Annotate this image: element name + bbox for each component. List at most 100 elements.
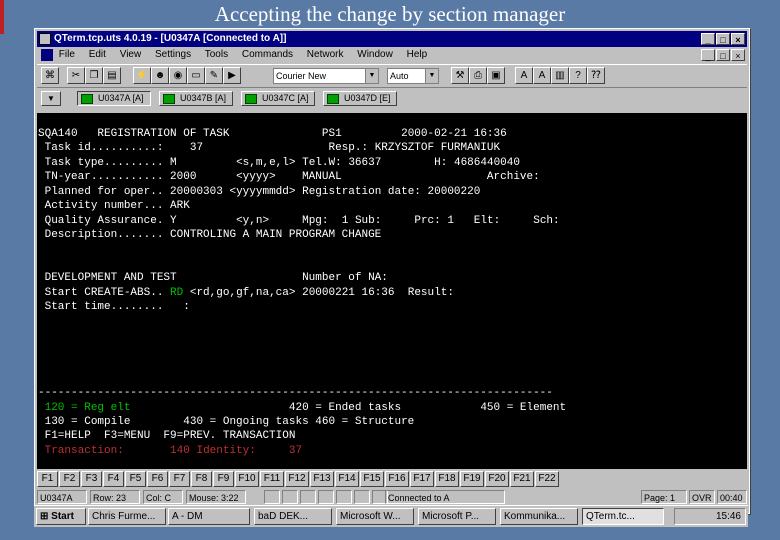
fkey-f9[interactable]: F9: [213, 471, 234, 487]
minimize-button[interactable]: _: [701, 33, 715, 45]
cut-icon[interactable]: ✂: [67, 67, 85, 84]
wand-icon[interactable]: ⚡: [133, 67, 151, 84]
label: Planned for oper..: [44, 186, 164, 198]
taskbar: ⊞ Start Chris Furme... A - DM baD DEK...…: [34, 505, 748, 527]
session-menu-icon[interactable]: ▼: [41, 91, 61, 106]
fkey-f7[interactable]: F7: [169, 471, 190, 487]
macro-icon[interactable]: ▭: [187, 67, 205, 84]
planned-field[interactable]: 20000303: [170, 186, 223, 198]
label: Archive:: [486, 171, 540, 183]
start-create-field[interactable]: RD: [170, 287, 183, 299]
fkey-f20[interactable]: F20: [485, 471, 509, 487]
manual-flag: MANUAL: [302, 171, 342, 183]
app-icon: [39, 33, 51, 45]
menu-window[interactable]: Window: [357, 49, 393, 60]
fkey-f11[interactable]: F11: [260, 471, 284, 487]
fkey-f12[interactable]: F12: [285, 471, 309, 487]
label: Mpg:: [302, 215, 329, 227]
fkey-f2[interactable]: F2: [59, 471, 80, 487]
doc-minimize-button[interactable]: _: [701, 49, 715, 61]
doc-close-button[interactable]: ×: [731, 49, 745, 61]
start-time-field[interactable]: :: [183, 301, 190, 313]
tn-year-field[interactable]: 2000: [170, 171, 196, 183]
identity-field[interactable]: 37: [289, 445, 302, 457]
tab-u0347c[interactable]: U0347C [A]: [241, 91, 315, 106]
taskbar-item-kommunika[interactable]: Kommunika...: [500, 508, 578, 525]
fkey-f14[interactable]: F14: [335, 471, 359, 487]
menu-file[interactable]: File: [59, 49, 75, 60]
taskbar-item-bad[interactable]: baD DEK...: [254, 508, 332, 525]
edit-icon[interactable]: ✎: [205, 67, 223, 84]
taskbar-item-qterm[interactable]: QTerm.tc...: [582, 508, 664, 525]
transaction-field[interactable]: 140: [170, 445, 190, 457]
fkey-f16[interactable]: F16: [385, 471, 409, 487]
fkey-f18[interactable]: F18: [435, 471, 459, 487]
font-select[interactable]: Courier New ▼: [273, 68, 379, 84]
start-button[interactable]: ⊞ Start: [36, 508, 86, 525]
play-icon[interactable]: ▶: [223, 67, 241, 84]
label: Registration date:: [302, 186, 421, 198]
session-tabs: ▼ U0347A [A] U0347B [A] U0347C [A] U0347…: [37, 88, 747, 110]
tools-icon[interactable]: ⚒: [451, 67, 469, 84]
taskbar-item-chris[interactable]: Chris Furme...: [88, 508, 166, 525]
paste-icon[interactable]: ▤: [103, 67, 121, 84]
menu-settings[interactable]: Settings: [155, 49, 191, 60]
hint: <yyyymmdd>: [229, 186, 296, 198]
taskbar-item-word[interactable]: Microsoft W...: [336, 508, 414, 525]
menu-edit[interactable]: Edit: [89, 49, 106, 60]
tab-u0347b[interactable]: U0347B [A]: [159, 91, 233, 106]
window-titlebar[interactable]: QTerm.tcp.uts 4.0.19 - [U0347A [Connecte…: [37, 31, 747, 47]
run-icon[interactable]: ☻: [151, 67, 169, 84]
menu-commands[interactable]: Commands: [242, 49, 293, 60]
document-icon[interactable]: [41, 49, 53, 61]
fkey-f4[interactable]: F4: [103, 471, 124, 487]
status-row: Row: 23: [90, 490, 140, 504]
close-button[interactable]: ×: [731, 33, 745, 45]
menu-tools[interactable]: Tools: [205, 49, 228, 60]
fkey-f22[interactable]: F22: [535, 471, 559, 487]
taskbar-item-dm[interactable]: A - DM: [168, 508, 250, 525]
task-type-field[interactable]: M: [170, 157, 177, 169]
fkey-f8[interactable]: F8: [191, 471, 212, 487]
task-id-field[interactable]: 37: [190, 142, 203, 154]
activity-field[interactable]: ARK: [170, 200, 190, 212]
tab-u0347a[interactable]: U0347A [A]: [77, 91, 151, 106]
fkey-f3[interactable]: F3: [81, 471, 102, 487]
chevron-down-icon: ▼: [425, 69, 438, 83]
copy-icon[interactable]: ❐: [85, 67, 103, 84]
fkey-f15[interactable]: F15: [360, 471, 384, 487]
save-icon[interactable]: ▣: [487, 67, 505, 84]
chart-icon[interactable]: ▥: [551, 67, 569, 84]
fkey-f19[interactable]: F19: [460, 471, 484, 487]
menubar: File Edit View Settings Tools Commands N…: [37, 47, 747, 63]
record-icon[interactable]: ◉: [169, 67, 187, 84]
row-task-type: Task type......... M <s,m,e,l> Tel.W: 36…: [38, 157, 520, 169]
taskbar-item-powerpoint[interactable]: Microsoft P...: [418, 508, 496, 525]
fkey-f17[interactable]: F17: [410, 471, 434, 487]
context-help-icon[interactable]: ⁇: [587, 67, 605, 84]
fkey-f1[interactable]: F1: [37, 471, 58, 487]
legend-row-2: 130 = Compile 430 = Ongoing tasks 460 = …: [38, 416, 415, 428]
print-icon[interactable]: ⎙: [469, 67, 487, 84]
fkey-f6[interactable]: F6: [147, 471, 168, 487]
menu-network[interactable]: Network: [307, 49, 344, 60]
maximize-button[interactable]: □: [716, 33, 730, 45]
statusbar: U0347A Row: 23 Col: C Mouse: 3:22 Connec…: [37, 489, 747, 505]
quality-field[interactable]: Y: [170, 215, 177, 227]
terminal-screen[interactable]: SQA140 REGISTRATION OF TASK PS1 2000-02-…: [37, 113, 747, 469]
tab-u0347d[interactable]: U0347D [E]: [323, 91, 397, 106]
font-size-icon[interactable]: A: [533, 67, 551, 84]
menu-view[interactable]: View: [120, 49, 142, 60]
font-a-icon[interactable]: A: [515, 67, 533, 84]
connect-icon[interactable]: ⌘: [41, 67, 59, 84]
help-icon[interactable]: ?: [569, 67, 587, 84]
status-indicator-4: [318, 490, 334, 504]
size-select[interactable]: Auto ▼: [387, 68, 439, 84]
fkey-f10[interactable]: F10: [235, 471, 259, 487]
fkey-f13[interactable]: F13: [310, 471, 334, 487]
fkey-f21[interactable]: F21: [510, 471, 534, 487]
doc-restore-button[interactable]: □: [716, 49, 730, 61]
fkey-f5[interactable]: F5: [125, 471, 146, 487]
menu-help[interactable]: Help: [407, 49, 428, 60]
description-field[interactable]: CONTROLING A MAIN PROGRAM CHANGE: [170, 229, 381, 241]
